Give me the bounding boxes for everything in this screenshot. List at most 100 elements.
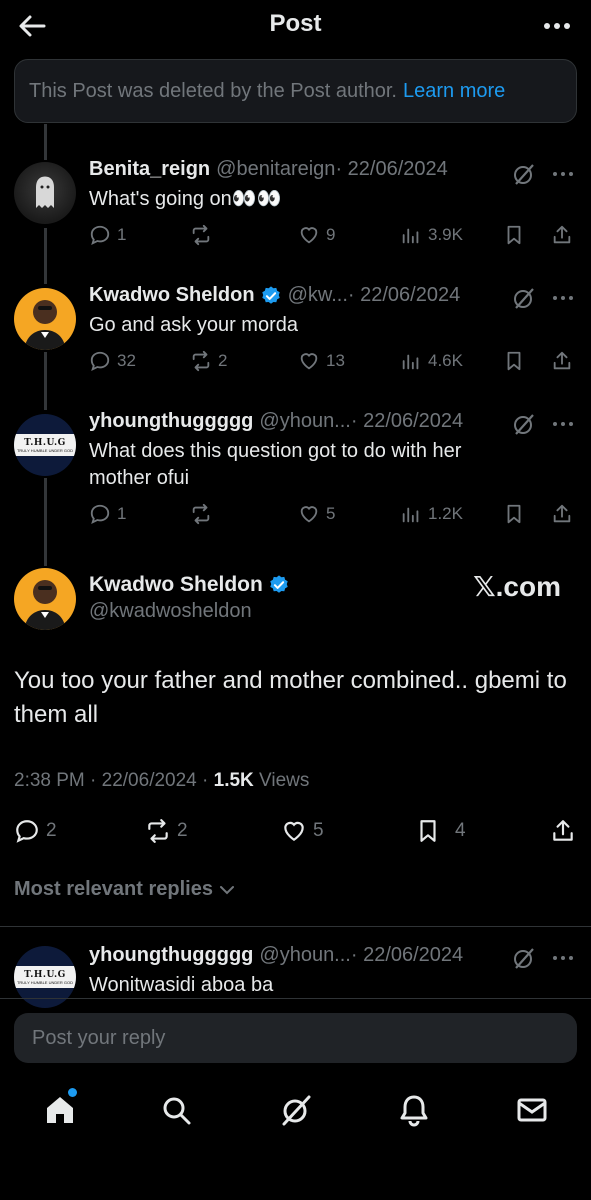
bookmark-icon bbox=[507, 225, 521, 245]
share-button[interactable] bbox=[551, 503, 573, 525]
reply-button[interactable]: 1 bbox=[89, 503, 126, 525]
author-handle[interactable]: @yhoun... bbox=[259, 410, 350, 433]
share-button[interactable] bbox=[550, 818, 576, 844]
home-icon bbox=[47, 1097, 73, 1123]
views-button[interactable]: 4.6K bbox=[400, 350, 463, 372]
reply-text: What does this question got to do with h… bbox=[89, 440, 462, 489]
learn-more-link[interactable]: Learn more bbox=[403, 80, 505, 103]
reply-more-button[interactable] bbox=[550, 414, 576, 434]
divider bbox=[0, 998, 591, 999]
main-author-handle[interactable]: @kwadwosheldon bbox=[89, 600, 252, 623]
nav-grok[interactable] bbox=[276, 1090, 316, 1130]
share-button[interactable] bbox=[551, 350, 573, 372]
author-name[interactable]: Benita_reign bbox=[89, 158, 210, 181]
avatar-logo-text: T.H.U.G bbox=[24, 969, 66, 980]
reply-button[interactable]: 32 bbox=[89, 350, 136, 372]
avatar-band: T.H.U.G TRULY HUMBLE UNDER GOD bbox=[14, 434, 76, 456]
more-options-button[interactable] bbox=[539, 12, 575, 40]
post-date: · 22/06/2024 bbox=[347, 284, 461, 306]
reply-header: yhoungthuggggg @yhoun... · 22/06/2024 bbox=[89, 944, 463, 967]
post-date: · 22/06/2024 bbox=[350, 944, 464, 966]
heart-icon bbox=[300, 506, 318, 523]
share-button[interactable] bbox=[551, 224, 573, 246]
author-handle[interactable]: @benitareign bbox=[216, 158, 335, 181]
repost-icon bbox=[192, 503, 210, 525]
avatar[interactable]: T.H.U.G TRULY HUMBLE UNDER GOD bbox=[14, 414, 76, 476]
ghost-avatar-icon bbox=[36, 176, 54, 208]
nav-messages[interactable] bbox=[512, 1090, 552, 1130]
share-icon bbox=[553, 225, 571, 244]
thread-line bbox=[44, 124, 47, 160]
post-timestamp: 2:38 PM · 22/06/2024 · bbox=[14, 770, 214, 791]
comment-icon bbox=[90, 504, 110, 524]
author-handle[interactable]: @kw... bbox=[288, 284, 348, 307]
deleted-message: This Post was deleted by the Post author… bbox=[29, 79, 397, 102]
reply-more-button[interactable] bbox=[550, 164, 576, 184]
views-button[interactable]: 1.2K bbox=[400, 503, 463, 525]
reply-button[interactable]: 2 bbox=[14, 818, 57, 844]
views-count: 3.9K bbox=[428, 225, 463, 244]
nav-notifications[interactable] bbox=[394, 1090, 434, 1130]
grok-icon bbox=[514, 164, 534, 185]
bookmark-icon bbox=[420, 820, 436, 842]
grok-button[interactable] bbox=[512, 412, 536, 436]
post-date: · 22/06/2024 bbox=[350, 410, 464, 432]
person-avatar-icon bbox=[24, 300, 66, 350]
reply-text: Go and ask your morda bbox=[89, 314, 298, 336]
views-icon bbox=[402, 228, 419, 244]
nav-search[interactable] bbox=[156, 1090, 196, 1130]
avatar-logo-subtext: TRULY HUMBLE UNDER GOD bbox=[16, 447, 74, 453]
person-avatar-icon bbox=[24, 580, 66, 630]
heart-icon bbox=[300, 227, 318, 244]
views-button[interactable]: 3.9K bbox=[400, 224, 463, 246]
reply-button[interactable]: 1 bbox=[89, 224, 126, 246]
share-icon bbox=[553, 351, 571, 370]
bookmark-button[interactable]: 4 bbox=[415, 818, 466, 844]
reply-more-button[interactable] bbox=[550, 288, 576, 308]
reply-sort-dropdown[interactable]: Most relevant replies bbox=[14, 878, 237, 901]
reply-count: 1 bbox=[117, 225, 127, 244]
bookmark-count: 4 bbox=[455, 820, 466, 841]
views-icon bbox=[402, 354, 419, 370]
grok-button[interactable] bbox=[512, 946, 536, 970]
page-title: Post bbox=[269, 10, 322, 37]
nav-home[interactable] bbox=[40, 1088, 80, 1130]
author-name[interactable]: yhoungthuggggg bbox=[89, 944, 253, 967]
repost-count: 2 bbox=[177, 820, 188, 841]
repost-button[interactable] bbox=[190, 224, 218, 246]
avatar[interactable] bbox=[14, 568, 76, 630]
like-button[interactable]: 5 bbox=[281, 818, 324, 844]
author-name[interactable]: yhoungthuggggg bbox=[89, 410, 253, 433]
notifications-icon bbox=[400, 1095, 428, 1127]
repost-button[interactable]: 2 bbox=[190, 350, 227, 372]
main-author-name[interactable]: Kwadwo Sheldon bbox=[89, 573, 290, 597]
author-handle[interactable]: @yhoun... bbox=[259, 944, 350, 967]
like-button[interactable]: 5 bbox=[298, 503, 335, 525]
bookmark-button[interactable] bbox=[503, 503, 525, 525]
bookmark-button[interactable] bbox=[503, 350, 525, 372]
grok-icon bbox=[282, 1095, 311, 1126]
like-button[interactable]: 13 bbox=[298, 350, 345, 372]
bookmark-button[interactable] bbox=[503, 224, 525, 246]
repost-button[interactable] bbox=[190, 503, 218, 525]
grok-button[interactable] bbox=[512, 162, 536, 186]
repost-icon bbox=[192, 350, 210, 372]
post-meta: 2:38 PM · 22/06/2024 · 1.5K Views bbox=[14, 770, 309, 792]
comment-icon bbox=[90, 351, 110, 371]
avatar[interactable] bbox=[14, 288, 76, 350]
grok-icon bbox=[514, 414, 534, 435]
more-icon bbox=[553, 296, 573, 300]
avatar[interactable] bbox=[14, 162, 76, 224]
repost-button[interactable]: 2 bbox=[145, 818, 188, 844]
bookmark-icon bbox=[507, 504, 521, 524]
share-icon bbox=[553, 504, 571, 523]
reply-input[interactable]: Post your reply bbox=[14, 1013, 577, 1063]
author-name[interactable]: Kwadwo Sheldon bbox=[89, 573, 263, 597]
avatar-logo-text: T.H.U.G bbox=[24, 437, 66, 448]
avatar-logo-subtext: TRULY HUMBLE UNDER GOD bbox=[16, 979, 74, 985]
search-icon bbox=[163, 1097, 191, 1125]
author-name[interactable]: Kwadwo Sheldon bbox=[89, 284, 255, 307]
grok-button[interactable] bbox=[512, 286, 536, 310]
like-button[interactable]: 9 bbox=[298, 224, 335, 246]
reply-more-button[interactable] bbox=[550, 948, 576, 968]
